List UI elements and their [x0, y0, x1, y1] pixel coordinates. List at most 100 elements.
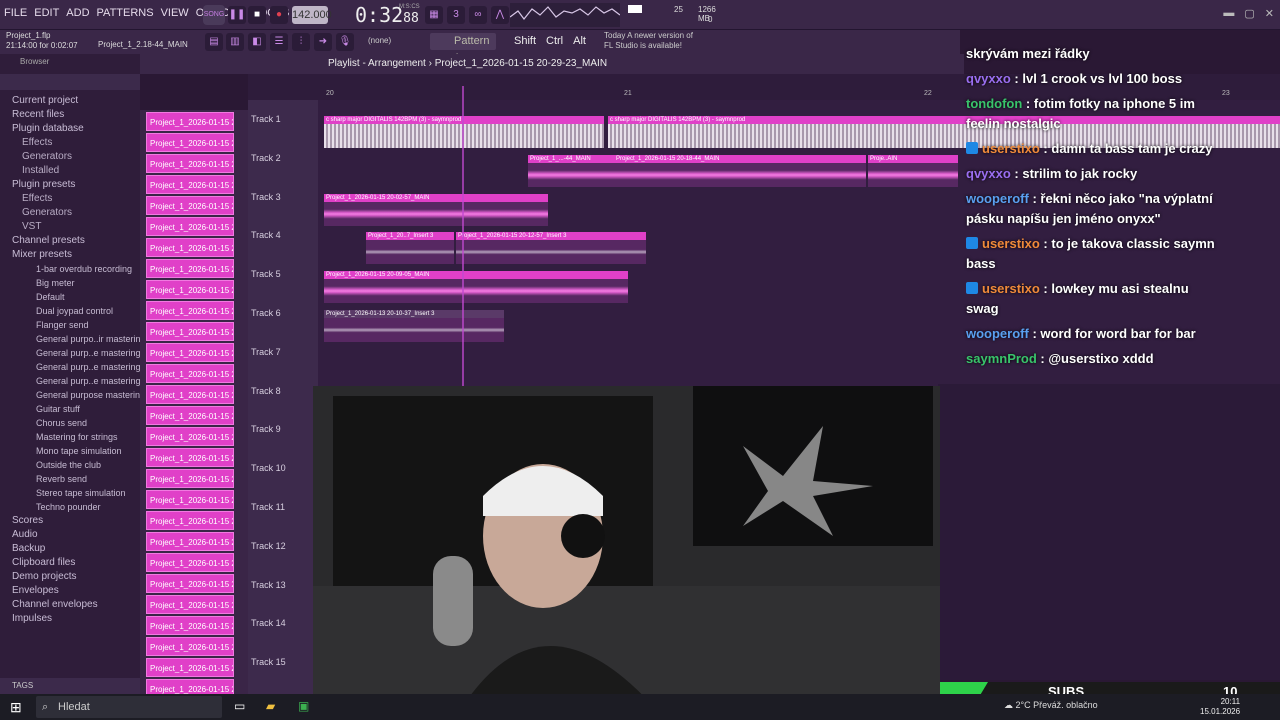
- browser-item[interactable]: Default: [0, 290, 140, 304]
- step-mode-icon[interactable]: 3: [447, 6, 465, 24]
- playlist-clip[interactable]: Project_1_2026-01-15 20-09-05_MAIN: [324, 271, 628, 304]
- task-view-icon[interactable]: ▭: [234, 699, 245, 713]
- browser-item[interactable]: Channel presets: [0, 234, 140, 248]
- browser-item[interactable]: General purp..e mastering 3: [0, 360, 140, 374]
- file-explorer-icon[interactable]: ▰: [266, 699, 275, 713]
- channel-rack-icon[interactable]: ◧: [248, 33, 266, 51]
- playlist-clip[interactable]: Project_1_2026-01-15 20-12-57_Insert 3: [456, 232, 646, 265]
- track-label[interactable]: Track 13: [251, 580, 286, 590]
- pattern-item[interactable]: Project_1_2026-01-15 2...: [146, 217, 234, 236]
- browser-item[interactable]: Guitar stuff: [0, 402, 140, 416]
- browser-item[interactable]: Generators: [0, 206, 140, 220]
- browser-item[interactable]: Stereo tape simulation: [0, 486, 140, 500]
- song-mode-button[interactable]: SONG: [203, 5, 225, 25]
- browser-item[interactable]: VST: [0, 220, 140, 234]
- record-icon[interactable]: ●: [270, 6, 288, 24]
- pattern-item[interactable]: Project_1_2026-01-15 2...: [146, 238, 234, 257]
- playlist-icon[interactable]: ▤: [205, 33, 223, 51]
- track-label[interactable]: Track 7: [251, 347, 281, 357]
- microphone-icon[interactable]: 🎙: [336, 33, 354, 51]
- browser-item[interactable]: Generators: [0, 150, 140, 164]
- mixer-icon[interactable]: ☰: [270, 33, 288, 51]
- track-label[interactable]: Track 1: [251, 114, 281, 124]
- playlist-clip[interactable]: Project_1_...-44_MAIN: [528, 154, 614, 187]
- browser-item[interactable]: Big meter: [0, 276, 140, 290]
- pattern-item[interactable]: Project_1_2026-01-15 2...: [146, 133, 234, 152]
- browser-item[interactable]: Plugin presets: [0, 178, 140, 192]
- taskbar-clock[interactable]: 20:11 15.01.2026: [1200, 697, 1240, 717]
- browser-item[interactable]: Demo projects: [0, 570, 140, 584]
- metronome-icon[interactable]: ⋀: [491, 6, 509, 24]
- playlist-clip[interactable]: Project_1_2026-01-13 20-10-37_Insert 3: [324, 310, 504, 342]
- pattern-item[interactable]: Project_1_2026-01-15 2...: [146, 658, 234, 677]
- modifier-key-alt[interactable]: Alt: [573, 35, 586, 47]
- pattern-item[interactable]: Project_1_2026-01-15 2...: [146, 490, 234, 509]
- pattern-item[interactable]: Project_1_2026-01-15 2...: [146, 154, 234, 173]
- pattern-item[interactable]: Project_1_2026-01-15 2...: [146, 574, 234, 593]
- browser-item[interactable]: Reverb send: [0, 472, 140, 486]
- track-label[interactable]: Track 2: [251, 153, 281, 163]
- track-label[interactable]: Track 5: [251, 269, 281, 279]
- browser-item[interactable]: Audio: [0, 528, 140, 542]
- pattern-item[interactable]: Project_1_2026-01-15 2...: [146, 427, 234, 446]
- weather-widget[interactable]: ☁ 2°C Převáž. oblačno: [1004, 700, 1098, 711]
- track-label[interactable]: Track 3: [251, 192, 281, 202]
- pattern-item[interactable]: Project_1_2026-01-15 2...: [146, 364, 234, 383]
- windows-start-icon[interactable]: ⊞: [10, 699, 22, 716]
- browser-item[interactable]: Mono tape simulation: [0, 444, 140, 458]
- pattern-item[interactable]: Project_1_2026-01-15 2...: [146, 448, 234, 467]
- pattern-item[interactable]: Project_1_2026-01-15 2...: [146, 553, 234, 572]
- pattern-item[interactable]: Project_1_2026-01-15 2...: [146, 385, 234, 404]
- track-label[interactable]: Track 15: [251, 657, 286, 667]
- pause-icon[interactable]: ❚❚: [228, 6, 246, 24]
- pattern-item[interactable]: Project_1_2026-01-15 2...: [146, 301, 234, 320]
- browser-item[interactable]: Envelopes: [0, 584, 140, 598]
- track-label[interactable]: Track 11: [251, 502, 285, 512]
- tags-label[interactable]: TAGS: [0, 678, 140, 694]
- menu-item-view[interactable]: VIEW: [161, 7, 189, 19]
- browser-item[interactable]: Plugin database: [0, 122, 140, 136]
- browser-item[interactable]: Impulses: [0, 612, 140, 626]
- browser-item[interactable]: Dual joypad control: [0, 304, 140, 318]
- none-select[interactable]: (none): [368, 36, 391, 45]
- store-icon[interactable]: ▣: [298, 699, 309, 713]
- pattern-item[interactable]: Project_1_2026-01-15 2...: [146, 637, 234, 656]
- maximize-icon[interactable]: ▢: [1244, 7, 1254, 20]
- track-label[interactable]: Track 9: [251, 424, 281, 434]
- pattern-item[interactable]: Project_1_2026-01-15 2...: [146, 196, 234, 215]
- track-label[interactable]: Track 12: [251, 541, 286, 551]
- pattern-item[interactable]: Project_1_2026-01-15 2...: [146, 469, 234, 488]
- pattern-item[interactable]: Project_1_2026-01-15 2...: [146, 343, 234, 362]
- pattern-item[interactable]: Project_1_2026-01-15 2...: [146, 175, 234, 194]
- taskbar-search[interactable]: ⌕ Hledat: [36, 696, 222, 718]
- loop-record-icon[interactable]: ∞: [469, 6, 487, 24]
- browser-item[interactable]: Mixer presets: [0, 248, 140, 262]
- pattern-item[interactable]: Project_1_2026-01-15 2...: [146, 322, 234, 341]
- browser-item[interactable]: General purp..e mastering 2: [0, 346, 140, 360]
- browser-item[interactable]: 1-bar overdub recording: [0, 262, 140, 276]
- plugin-picker-icon[interactable]: ⫶: [292, 33, 310, 51]
- playlist-clip[interactable]: Project_1_20..7_Insert 3: [366, 232, 454, 265]
- modifier-key-ctrl[interactable]: Ctrl: [546, 35, 563, 47]
- playlist-breadcrumb[interactable]: Project_1_2026-01-15 20-29-23_MAIN: [435, 58, 607, 69]
- browser-item[interactable]: Outside the club: [0, 458, 140, 472]
- playlist-clip[interactable]: c sharp major DIGITALIS 142BPM (3) - say…: [324, 116, 604, 148]
- pattern-item[interactable]: Project_1_2026-01-15 2...: [146, 280, 234, 299]
- browser-item[interactable]: Effects: [0, 192, 140, 206]
- minimize-icon[interactable]: ▬: [1223, 7, 1234, 20]
- browser-item[interactable]: Recent files: [0, 108, 140, 122]
- modifier-key-shift[interactable]: Shift: [514, 35, 536, 47]
- close-icon[interactable]: ✕: [1265, 7, 1274, 20]
- browser-item[interactable]: Backup: [0, 542, 140, 556]
- browser-item[interactable]: Flanger send: [0, 318, 140, 332]
- pattern-item[interactable]: Project_1_2026-01-15 2...: [146, 532, 234, 551]
- track-label[interactable]: Track 10: [251, 463, 286, 473]
- menu-item-edit[interactable]: EDIT: [34, 7, 59, 19]
- playlist-clip[interactable]: Project_1_2026-01-15 20-18-44_MAIN: [614, 154, 866, 187]
- pattern-item[interactable]: Project_1_2026-01-15 2...: [146, 595, 234, 614]
- browser-item[interactable]: Current project: [0, 94, 140, 108]
- menu-item-add[interactable]: ADD: [66, 7, 89, 19]
- track-label[interactable]: Track 4: [251, 230, 281, 240]
- stop-icon[interactable]: ■: [248, 6, 266, 24]
- browser-item[interactable]: Clipboard files: [0, 556, 140, 570]
